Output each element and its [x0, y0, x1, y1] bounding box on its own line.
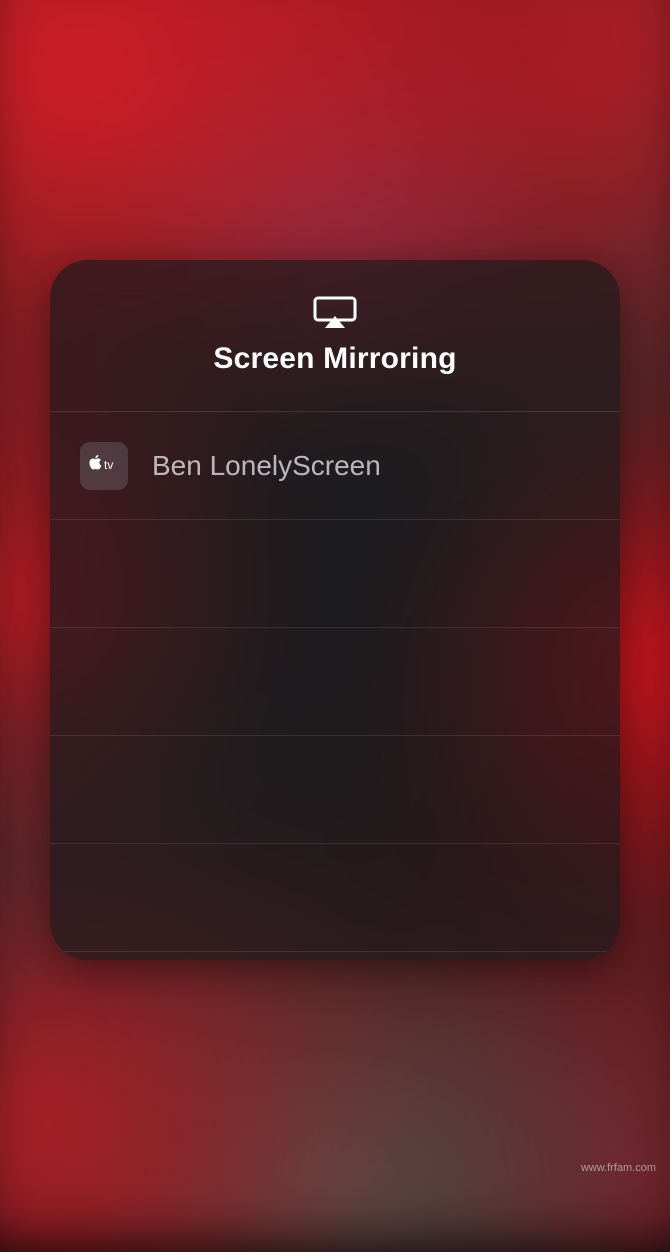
device-row-empty [50, 736, 620, 844]
panel-header: Screen Mirroring [50, 260, 620, 412]
screen-mirroring-panel: Screen Mirroring tv Ben LonelyScreen [50, 260, 620, 960]
panel-title: Screen Mirroring [213, 342, 456, 376]
device-row-empty [50, 628, 620, 736]
airplay-icon [313, 296, 357, 328]
tv-label: tv [104, 458, 113, 472]
device-row-empty [50, 844, 620, 952]
device-row-ben-lonelyscreen[interactable]: tv Ben LonelyScreen [50, 412, 620, 520]
apple-tv-icon: tv [80, 442, 128, 490]
device-list: tv Ben LonelyScreen [50, 412, 620, 952]
device-row-empty [50, 520, 620, 628]
device-name-label: Ben LonelyScreen [152, 450, 381, 482]
watermark: www.frfam.com [581, 1162, 656, 1174]
